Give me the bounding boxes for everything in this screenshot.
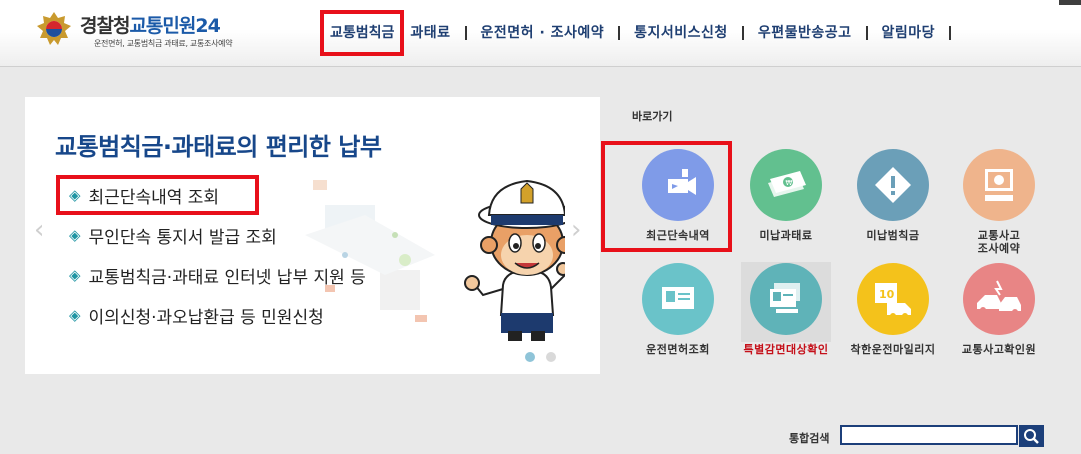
diamond-bullet-icon: ◈ xyxy=(69,226,81,244)
slider-pagination xyxy=(525,352,556,362)
svg-text:10: 10 xyxy=(879,288,895,301)
banner-item-label: 무인단속 통지서 발급 조회 xyxy=(88,227,277,248)
nav-license-reservation[interactable]: 운전면허 · 조사예약 xyxy=(467,12,619,54)
shortcut-circle: ₩ xyxy=(750,149,822,221)
nav-returned-mail[interactable]: 우편물반송공고 xyxy=(744,12,866,54)
search-input[interactable] xyxy=(840,425,1018,445)
header: 경찰청교통민원24 운전면허, 교통범칙금 과태료, 교통조사예약 교통범칙금 … xyxy=(0,0,1081,67)
logo-subtitle: 운전면허, 교통범칙금 과태료, 교통조사예약 xyxy=(94,39,233,48)
logo[interactable]: 경찰청교통민원24 운전면허, 교통범칙금 과태료, 교통조사예약 xyxy=(34,10,274,54)
money-icon: ₩ xyxy=(768,171,806,197)
nav-notice[interactable]: 알림마당 xyxy=(868,12,950,54)
warning-icon xyxy=(875,167,911,203)
nav-traffic-fine[interactable]: 교통범칙금 xyxy=(320,10,405,56)
svg-text:₩: ₩ xyxy=(786,179,793,187)
logo-title-police: 경찰청 xyxy=(80,15,130,37)
shortcut-unpaid-fine[interactable]: 미납범칙금 xyxy=(845,149,941,259)
shortcut-label: 특별감면대상확인 xyxy=(743,343,829,356)
slider-next-arrow-icon[interactable]: › xyxy=(571,215,581,245)
police-emblem-icon xyxy=(37,12,71,45)
documents-icon xyxy=(770,283,800,313)
shortcut-label: 미납범칙금 xyxy=(866,229,920,242)
shortcut-label: 교통사고 조사예약 xyxy=(977,229,1021,255)
slider-prev-arrow-icon[interactable]: ‹ xyxy=(34,215,44,245)
nav-notification-service[interactable]: 통지서비스신청 xyxy=(620,12,742,54)
shortcut-circle xyxy=(963,263,1035,335)
shortcut-label: 운전면허조회 xyxy=(646,343,710,356)
search-icon xyxy=(1024,429,1039,444)
diamond-bullet-icon: ◈ xyxy=(69,266,81,284)
car-crash-icon xyxy=(977,280,1021,315)
banner-slider: 교통범칙금·과태료의 편리한 납부 ◈ 최근단속내역 조회 ◈ 무인단속 통지서 발… xyxy=(25,97,600,374)
license-card-icon xyxy=(662,287,694,309)
shortcut-accident-reservation[interactable]: 교통사고 조사예약 xyxy=(951,149,1047,259)
top-corner-bar xyxy=(1059,0,1081,5)
shortcut-good-driving-mileage[interactable]: 10 착한운전마일리지 xyxy=(845,263,941,373)
slider-dot[interactable] xyxy=(546,352,556,362)
highlight-box xyxy=(601,141,732,252)
shortcut-label: 미납과태료 xyxy=(759,229,813,242)
shortcut-label: 교통사고확인원 xyxy=(961,343,1037,356)
shortcut-license-lookup[interactable]: 운전면허조회 xyxy=(630,263,726,373)
computer-icon xyxy=(985,169,1013,201)
logo-title-service: 교통민원24 xyxy=(129,15,220,37)
logo-title: 경찰청교통민원24 xyxy=(80,11,221,38)
shortcut-label: 착한운전마일리지 xyxy=(850,343,936,356)
banner-title: 교통범칙금·과태료의 편리한 납부 xyxy=(55,133,382,161)
shortcut-accident-certificate[interactable]: 교통사고확인원 xyxy=(951,263,1047,373)
main-nav: 교통범칙금 과태료 운전면허 · 조사예약 통지서비스신청 우편물반송공고 알림… xyxy=(320,10,952,56)
shortcuts-title: 바로가기 xyxy=(632,110,673,123)
diamond-bullet-icon: ◈ xyxy=(69,306,81,324)
shortcut-circle: 10 xyxy=(857,263,929,335)
nav-penalty[interactable]: 과태료 xyxy=(404,12,464,54)
shortcut-circle xyxy=(963,149,1035,221)
mileage-icon: 10 xyxy=(875,283,911,319)
banner-item-label: 이의신청·과오납환급 등 민원신청 xyxy=(88,307,324,328)
slider-dot-active[interactable] xyxy=(525,352,535,362)
banner-item-label: 최근단속내역 조회 xyxy=(88,187,220,208)
search-button[interactable] xyxy=(1019,425,1044,447)
shortcut-circle xyxy=(750,263,822,335)
shortcut-unpaid-penalty[interactable]: ₩ 미납과태료 xyxy=(738,149,834,259)
shortcut-circle xyxy=(857,149,929,221)
police-mascot-illustration xyxy=(305,179,565,341)
nav-divider xyxy=(949,26,952,40)
shortcut-special-reduction[interactable]: 특별감면대상확인 xyxy=(738,263,834,373)
shortcut-circle xyxy=(642,263,714,335)
banner-item-recent-violations[interactable]: ◈ 최근단속내역 조회 xyxy=(56,175,259,215)
search-label: 통합검색 xyxy=(789,432,830,445)
diamond-bullet-icon: ◈ xyxy=(69,186,81,204)
